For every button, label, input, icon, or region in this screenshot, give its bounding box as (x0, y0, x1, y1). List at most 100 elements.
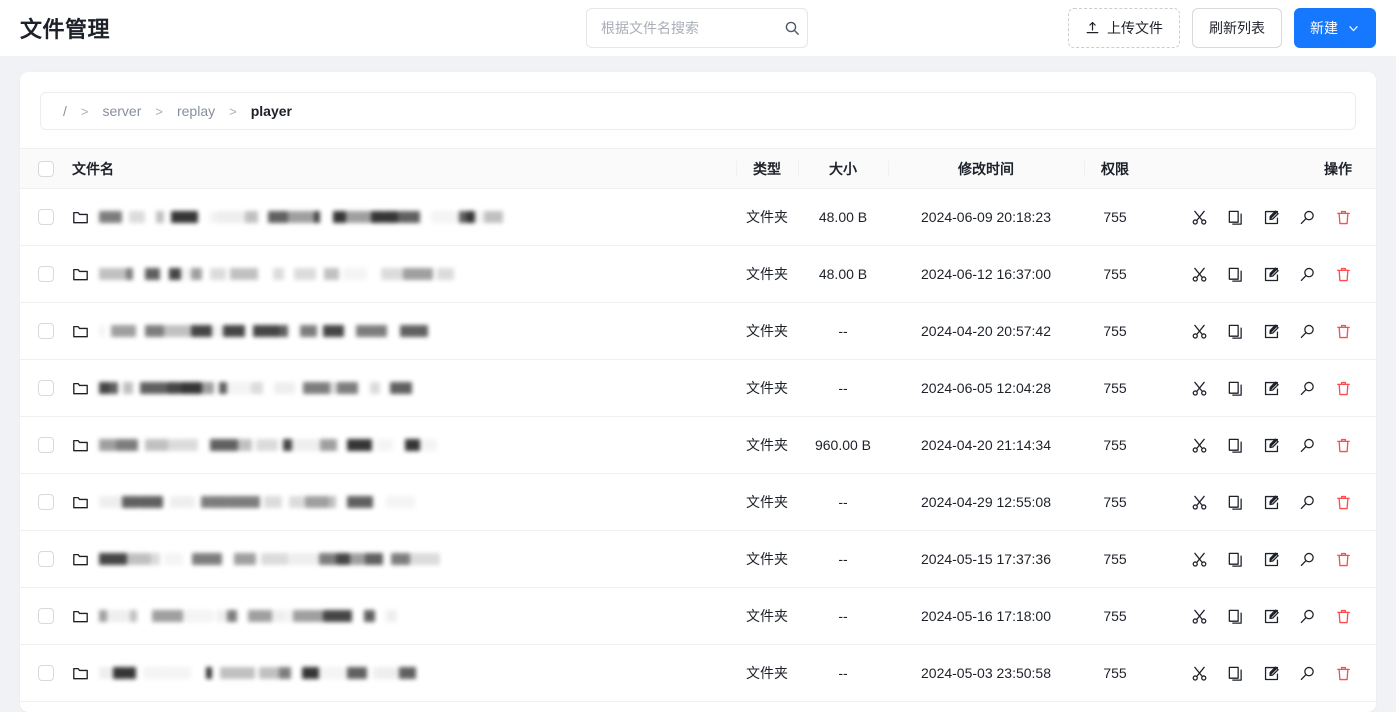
delete-icon[interactable] (1334, 322, 1352, 340)
breadcrumb-item-player: player (250, 103, 292, 119)
file-size-cell: -- (838, 551, 848, 567)
table-row[interactable]: 文件夹 -- 2024-04-29 12:55:08 755 (20, 474, 1376, 531)
refresh-list-button[interactable]: 刷新列表 (1192, 8, 1282, 48)
preview-icon[interactable] (1298, 208, 1316, 226)
cut-icon[interactable] (1190, 493, 1208, 511)
edit-icon[interactable] (1262, 664, 1280, 682)
select-all-checkbox[interactable] (38, 160, 54, 177)
copy-icon[interactable] (1226, 379, 1244, 397)
row-operations-cell (1146, 379, 1376, 397)
file-size-cell: 48.00 B (818, 209, 868, 225)
upload-file-button[interactable]: 上传文件 (1068, 8, 1180, 48)
table-row[interactable]: 文件夹 -- 2024-06-05 12:04:28 755 (20, 360, 1376, 417)
edit-icon[interactable] (1262, 322, 1280, 340)
edit-icon[interactable] (1262, 493, 1280, 511)
cut-icon[interactable] (1190, 379, 1208, 397)
file-name-cell[interactable] (72, 608, 736, 625)
preview-icon[interactable] (1298, 379, 1316, 397)
edit-icon[interactable] (1262, 550, 1280, 568)
select-all-checkbox-cell (20, 160, 72, 177)
edit-icon[interactable] (1262, 265, 1280, 283)
table-row[interactable]: 文件夹 -- 2024-04-20 20:57:42 755 (20, 303, 1376, 360)
copy-icon[interactable] (1226, 664, 1244, 682)
folder-icon (72, 608, 89, 625)
file-name-cell[interactable] (72, 665, 736, 682)
breadcrumb-item-server[interactable]: server (94, 103, 149, 119)
file-name-cell[interactable] (72, 494, 736, 511)
new-button[interactable]: 新建 (1294, 8, 1376, 48)
file-name-redacted (99, 667, 428, 680)
file-name-cell[interactable] (72, 437, 736, 454)
delete-icon[interactable] (1334, 208, 1352, 226)
cut-icon[interactable] (1190, 265, 1208, 283)
row-checkbox[interactable] (38, 608, 54, 624)
copy-icon[interactable] (1226, 493, 1244, 511)
file-name-redacted (99, 382, 412, 395)
row-checkbox[interactable] (38, 209, 54, 225)
row-checkbox[interactable] (38, 551, 54, 567)
edit-icon[interactable] (1262, 379, 1280, 397)
delete-icon[interactable] (1334, 436, 1352, 454)
table-row[interactable]: 文件夹 -- 2024-05-15 17:37:36 755 (20, 531, 1376, 588)
file-modified-cell: 2024-05-15 17:37:36 (921, 551, 1051, 567)
cut-icon[interactable] (1190, 607, 1208, 625)
row-operations-cell (1146, 208, 1376, 226)
table-row[interactable]: 文件夹 -- 2024-05-03 23:50:58 755 (20, 645, 1376, 702)
preview-icon[interactable] (1298, 607, 1316, 625)
copy-icon[interactable] (1226, 550, 1244, 568)
search-input[interactable] (599, 19, 784, 37)
edit-icon[interactable] (1262, 607, 1280, 625)
copy-icon[interactable] (1226, 607, 1244, 625)
edit-icon[interactable] (1262, 208, 1280, 226)
copy-icon[interactable] (1226, 436, 1244, 454)
row-checkbox[interactable] (38, 266, 54, 282)
file-modified-cell: 2024-06-09 20:18:23 (921, 209, 1051, 225)
row-checkbox[interactable] (38, 380, 54, 396)
search-icon[interactable] (784, 20, 800, 36)
preview-icon[interactable] (1298, 493, 1316, 511)
row-checkbox[interactable] (38, 494, 54, 510)
preview-icon[interactable] (1298, 322, 1316, 340)
file-permission-cell: 755 (1103, 437, 1127, 453)
table-row[interactable]: 文件夹 -- 2024-05-16 17:18:00 755 (20, 588, 1376, 645)
file-name-cell[interactable] (72, 380, 736, 397)
file-permission-cell: 755 (1103, 551, 1127, 567)
cut-icon[interactable] (1190, 436, 1208, 454)
preview-icon[interactable] (1298, 550, 1316, 568)
row-checkbox[interactable] (38, 665, 54, 681)
preview-icon[interactable] (1298, 664, 1316, 682)
cut-icon[interactable] (1190, 322, 1208, 340)
row-checkbox[interactable] (38, 437, 54, 453)
breadcrumb-item-root[interactable]: / (55, 103, 75, 119)
row-checkbox[interactable] (38, 323, 54, 339)
file-name-cell[interactable] (72, 323, 736, 340)
delete-icon[interactable] (1334, 607, 1352, 625)
file-name-cell[interactable] (72, 209, 736, 226)
table-row[interactable]: 文件夹 48.00 B 2024-06-12 16:37:00 755 (20, 246, 1376, 303)
copy-icon[interactable] (1226, 265, 1244, 283)
file-name-cell[interactable] (72, 266, 736, 283)
file-modified-cell: 2024-05-03 23:50:58 (921, 665, 1051, 681)
copy-icon[interactable] (1226, 208, 1244, 226)
delete-icon[interactable] (1334, 664, 1352, 682)
row-checkbox-cell (20, 494, 72, 510)
search-box[interactable] (586, 8, 808, 48)
cut-icon[interactable] (1190, 208, 1208, 226)
delete-icon[interactable] (1334, 265, 1352, 283)
delete-icon[interactable] (1334, 550, 1352, 568)
file-name-cell[interactable] (72, 551, 736, 568)
row-operations-cell (1146, 436, 1376, 454)
preview-icon[interactable] (1298, 436, 1316, 454)
breadcrumb-item-replay[interactable]: replay (169, 103, 223, 119)
preview-icon[interactable] (1298, 265, 1316, 283)
edit-icon[interactable] (1262, 436, 1280, 454)
cut-icon[interactable] (1190, 550, 1208, 568)
table-row[interactable]: 文件夹 960.00 B 2024-04-20 21:14:34 755 (20, 417, 1376, 474)
delete-icon[interactable] (1334, 379, 1352, 397)
file-permission-cell: 755 (1103, 665, 1127, 681)
copy-icon[interactable] (1226, 322, 1244, 340)
table-row[interactable]: 文件夹 48.00 B 2024-06-09 20:18:23 755 (20, 189, 1376, 246)
delete-icon[interactable] (1334, 493, 1352, 511)
file-type-cell: 文件夹 (746, 323, 788, 339)
cut-icon[interactable] (1190, 664, 1208, 682)
